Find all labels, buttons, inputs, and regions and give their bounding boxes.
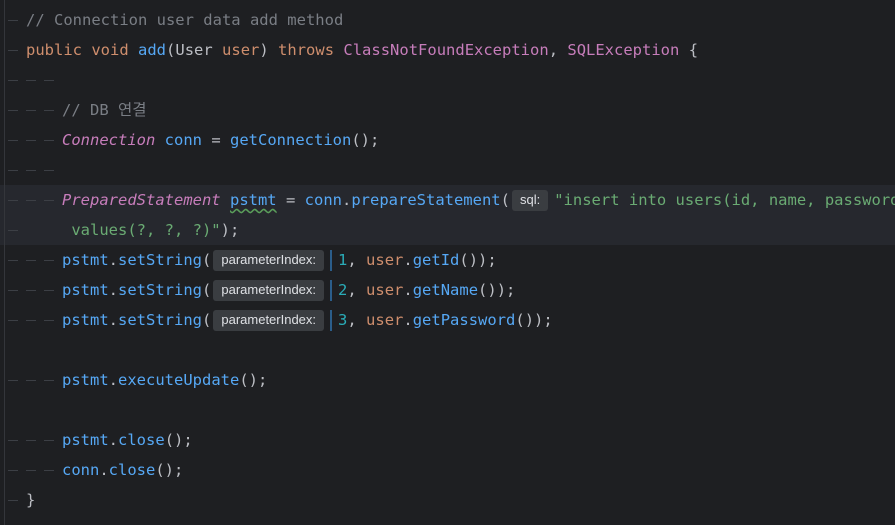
code-line[interactable]: pstmt. setString(parameterIndex: 2, user. g… xyxy=(0,275,895,305)
comment: // DB 연결 xyxy=(62,101,147,119)
param-ref: user xyxy=(366,311,404,329)
variable: conn xyxy=(164,131,202,149)
object-ref: conn xyxy=(304,191,342,209)
method-call: close xyxy=(108,461,156,479)
method-call: prepareStatement xyxy=(351,191,501,209)
brace: } xyxy=(26,491,36,509)
param-type: User xyxy=(175,41,213,59)
number-literal: 2 xyxy=(338,281,348,299)
method-call: getName xyxy=(412,281,479,299)
method-call: getId xyxy=(412,251,460,269)
object-ref: pstmt xyxy=(62,371,109,389)
method-call: setString xyxy=(118,281,203,299)
code-line[interactable]: // Connection user data add method xyxy=(0,5,895,35)
object-ref: conn xyxy=(62,461,100,479)
code-line[interactable]: // DB 연결 xyxy=(0,95,895,125)
method-call: executeUpdate xyxy=(118,371,240,389)
indent-guide xyxy=(4,0,5,525)
string-literal: values(?, ?, ?)" xyxy=(62,221,221,239)
brace: { xyxy=(688,41,699,59)
param-hint: sql: xyxy=(511,189,549,211)
number-literal: 3 xyxy=(338,311,348,329)
method-call: close xyxy=(118,431,165,449)
keyword: void xyxy=(91,41,129,59)
param-name: user xyxy=(222,41,260,59)
code-line[interactable]: } xyxy=(0,485,895,515)
code-line[interactable]: pstmt. executeUpdate (); xyxy=(0,365,895,395)
object-ref: pstmt xyxy=(62,281,109,299)
type-name: Connection xyxy=(62,131,156,149)
param-hint: parameterIndex: xyxy=(213,279,325,301)
method-call: setString xyxy=(118,311,203,329)
variable: pstmt xyxy=(229,191,277,209)
code-line[interactable]: pstmt. setString(parameterIndex: 3, user. g… xyxy=(0,305,895,335)
string-literal: "insert into users(id, name, password) xyxy=(554,191,895,209)
code-line[interactable]: conn. close (); xyxy=(0,455,895,485)
param-hint: parameterIndex: xyxy=(213,249,325,271)
exception-type: SQLException xyxy=(567,41,680,59)
code-line[interactable]: values(?, ?, ?)"); xyxy=(0,215,895,245)
exception-type: ClassNotFoundException xyxy=(343,41,549,59)
method-name: add xyxy=(138,41,167,59)
code-line[interactable] xyxy=(0,335,895,365)
object-ref: pstmt xyxy=(62,311,109,329)
param-ref: user xyxy=(366,281,404,299)
code-line[interactable]: public void add(User user) throws ClassN… xyxy=(0,35,895,65)
code-editor[interactable]: // Connection user data add method publi… xyxy=(0,0,895,525)
code-line[interactable] xyxy=(0,395,895,425)
method-call: setString xyxy=(118,251,203,269)
type-name: PreparedStatement xyxy=(62,191,221,209)
code-line[interactable]: Connection conn = getConnection (); xyxy=(0,125,895,155)
keyword: throws xyxy=(278,41,335,59)
keyword: public xyxy=(26,41,82,59)
method-call: getConnection xyxy=(230,131,352,149)
code-line[interactable] xyxy=(0,65,895,95)
code-line[interactable]: PreparedStatement pstmt = conn. prepareSt… xyxy=(0,185,895,215)
method-call: getPassword xyxy=(412,311,516,329)
code-line[interactable] xyxy=(0,155,895,185)
number-literal: 1 xyxy=(338,251,348,269)
object-ref: pstmt xyxy=(62,251,109,269)
comment: // Connection user data add method xyxy=(26,11,344,29)
code-line[interactable]: pstmt. close (); xyxy=(0,425,895,455)
code-line[interactable]: pstmt. setString(parameterIndex: 1, user. g… xyxy=(0,245,895,275)
object-ref: pstmt xyxy=(62,431,109,449)
param-hint: parameterIndex: xyxy=(213,309,325,331)
param-ref: user xyxy=(366,251,404,269)
